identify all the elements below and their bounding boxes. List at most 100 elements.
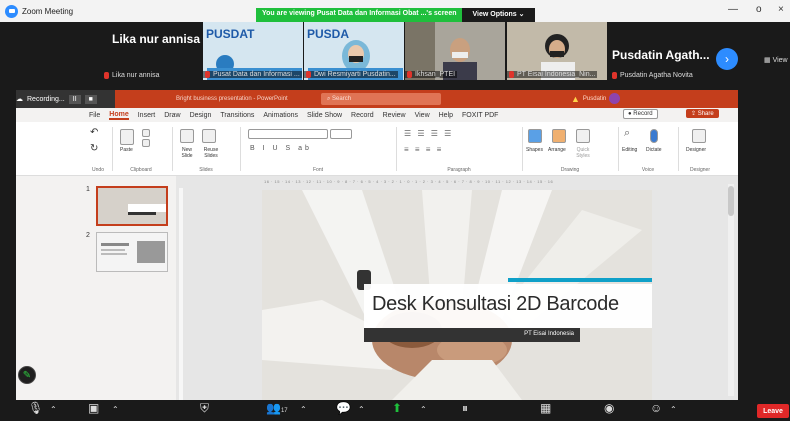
tab-record[interactable]: Record <box>351 112 374 119</box>
tab-transitions[interactable]: Transitions <box>220 112 254 119</box>
tab-animations[interactable]: Animations <box>263 112 298 119</box>
subtitle-box[interactable]: PT Eisai Indonesia <box>364 328 580 342</box>
shapes-icon[interactable] <box>528 129 542 143</box>
undo-icon[interactable]: ↶ <box>90 127 98 138</box>
pause-recording-button[interactable]: II <box>68 94 81 104</box>
restore-button[interactable]: o <box>756 4 762 15</box>
quick-styles-icon[interactable] <box>576 129 590 143</box>
view-options-button[interactable]: View Options ⌄ <box>462 8 535 22</box>
slide-canvas[interactable]: Desk Konsultasi 2D Barcode PT Eisai Indo… <box>262 190 652 400</box>
arrange-label: Arrange <box>548 147 566 153</box>
font-size-select[interactable] <box>330 129 352 139</box>
camera-icon[interactable]: ◉ <box>604 402 614 414</box>
participant-label: Lika nur annisa <box>104 72 159 79</box>
pause-recording-icon[interactable]: ⏸ <box>462 402 468 414</box>
group-label: Drawing <box>560 167 580 173</box>
user-area[interactable]: ▲ Pusdatin <box>571 93 621 104</box>
cloud-icon: ☁ <box>16 96 23 103</box>
stop-recording-button[interactable]: ■ <box>84 94 97 104</box>
font-family-select[interactable] <box>248 129 328 139</box>
participant-video[interactable]: Ikhsan_PTEI <box>405 22 505 80</box>
paste-icon[interactable] <box>120 129 134 145</box>
tab-file[interactable]: File <box>89 112 100 119</box>
chevron-up-icon[interactable]: ⌃ <box>358 404 365 416</box>
participant-name: Lika nur annisa <box>112 32 201 46</box>
tab-insert[interactable]: Insert <box>138 112 156 119</box>
scrollbar-thumb[interactable] <box>728 186 734 216</box>
search-input[interactable]: ⌕ Search <box>321 93 441 105</box>
share-button[interactable]: ⇪ Share <box>686 109 719 118</box>
list-icon[interactable]: ☰ ☰ ☰ ☰ <box>404 129 453 138</box>
paste-label: Paste <box>120 147 133 153</box>
chevron-up-icon[interactable]: ⌃ <box>50 404 57 416</box>
align-icon[interactable]: ≡ ≡ ≡ ≡ <box>404 145 443 154</box>
group-designer: Designer Designer <box>680 125 720 173</box>
tab-draw[interactable]: Draw <box>164 112 180 119</box>
group-undo: ↶ ↻ Undo <box>88 125 108 173</box>
microphone-icon[interactable] <box>650 129 658 143</box>
annotate-pen-icon[interactable]: ✎ <box>18 366 36 384</box>
divider <box>240 127 241 171</box>
slide-subtitle: PT Eisai Indonesia <box>524 331 574 337</box>
zoom-logo-icon <box>5 4 18 18</box>
chevron-up-icon[interactable]: ⌃ <box>670 404 677 416</box>
next-page-arrow-icon[interactable]: › <box>716 48 738 70</box>
cut-icon[interactable] <box>142 129 150 137</box>
participants-icon[interactable]: 👥17 <box>266 402 288 417</box>
vertical-scrollbar[interactable] <box>728 184 734 396</box>
document-title: Bright business presentation - PowerPoin… <box>176 96 288 102</box>
tab-review[interactable]: Review <box>383 112 406 119</box>
participant-name: Pusdatin Agath... <box>612 48 710 62</box>
divider <box>172 127 173 171</box>
security-shield-icon[interactable]: ⛨ <box>200 402 209 414</box>
chevron-up-icon[interactable]: ⌃ <box>420 404 427 416</box>
tab-help[interactable]: Help <box>439 112 453 119</box>
tab-view[interactable]: View <box>415 112 430 119</box>
font-style-buttons[interactable]: B I U S ab <box>250 145 312 152</box>
designer-icon[interactable] <box>692 129 706 143</box>
arrange-icon[interactable] <box>552 129 566 143</box>
group-slides: New Slide Reuse Slides Slides <box>176 125 236 173</box>
mic-muted-icon <box>104 72 109 79</box>
new-slide-icon[interactable] <box>180 129 194 143</box>
mic-muted-icon <box>612 72 617 79</box>
divider <box>396 127 397 171</box>
avatar[interactable] <box>609 93 621 104</box>
accent-bar <box>508 278 652 282</box>
reuse-slides-icon[interactable] <box>202 129 216 143</box>
minimize-button[interactable]: — <box>728 4 738 15</box>
title-box[interactable]: Desk Konsultasi 2D Barcode <box>364 284 652 328</box>
share-screen-icon[interactable]: ⬆ <box>392 402 402 414</box>
slide-thumbnail[interactable] <box>96 232 168 272</box>
chevron-up-icon[interactable]: ⌃ <box>300 404 307 416</box>
reactions-icon[interactable]: ☺ <box>650 402 662 414</box>
svg-text:PUSDAT: PUSDAT <box>206 27 255 41</box>
slide-thumbnail[interactable] <box>96 186 168 226</box>
mute-mic-icon[interactable]: 🎙 <box>28 402 43 414</box>
designer-label: Designer <box>686 147 707 153</box>
copy-icon[interactable] <box>142 139 150 147</box>
stop-video-icon[interactable]: ▣ <box>88 402 99 414</box>
view-menu[interactable]: ▦ View <box>764 56 788 64</box>
participant-video[interactable]: PUSDAT Pusat Data dan Informasi ... <box>203 22 303 80</box>
slide-number: 2 <box>86 232 90 239</box>
search-icon[interactable]: ⌕ <box>624 127 630 140</box>
chat-icon[interactable]: 💬 <box>336 402 351 414</box>
apps-grid-icon[interactable]: ▦ <box>540 402 551 414</box>
tab-foxit-pdf[interactable]: FOXIT PDF <box>462 112 498 119</box>
tab-home[interactable]: Home <box>109 111 129 120</box>
slide-number: 1 <box>86 186 90 193</box>
close-button[interactable]: × <box>778 4 784 15</box>
user-name: Pusdatin <box>582 95 607 102</box>
chevron-up-icon[interactable]: ⌃ <box>112 404 119 416</box>
group-drawing: Shapes Arrange Quick Styles Drawing <box>524 125 616 173</box>
participant-video[interactable]: PUSDA Dwi Resmiyarti Pusdatin... <box>304 22 404 80</box>
record-button[interactable]: ● Record <box>623 109 658 119</box>
participant-video[interactable]: PT Eisai Indonesia_Nin... <box>507 22 607 80</box>
redo-icon[interactable]: ↻ <box>90 143 98 154</box>
leave-button[interactable]: Leave <box>757 404 789 418</box>
group-clipboard: Paste Clipboard <box>116 125 166 173</box>
tab-slide-show[interactable]: Slide Show <box>307 112 342 119</box>
tab-design[interactable]: Design <box>190 112 212 119</box>
meeting-toolbar: 🎙 ⌃ ▣ ⌃ ⛨ 👥17 ⌃ 💬 ⌃ ⬆ ⌃ ⏸ ▦ ◉ ☺ ⌃ Leave <box>0 400 790 421</box>
